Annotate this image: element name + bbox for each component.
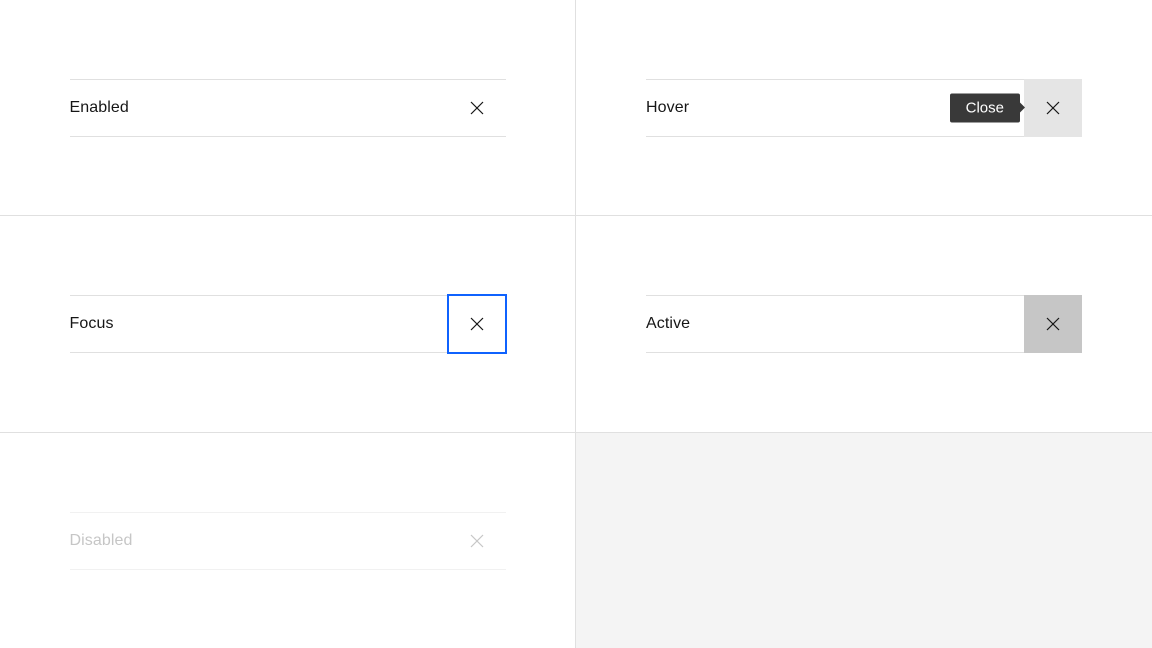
field-hover: Hover Close: [646, 79, 1082, 137]
cell-hover: Hover Close: [576, 0, 1152, 216]
cell-active: Active: [576, 216, 1152, 433]
label-focus: Focus: [70, 315, 114, 333]
field-active: Active: [646, 295, 1082, 353]
close-button-focus[interactable]: [448, 295, 506, 353]
close-icon: [470, 534, 484, 548]
close-button-enabled[interactable]: [448, 79, 506, 137]
cell-focus: Focus: [0, 216, 576, 433]
states-grid: Enabled Hover Close Focus: [0, 0, 1152, 648]
close-icon: [1046, 101, 1060, 115]
label-enabled: Enabled: [70, 99, 129, 117]
close-icon: [470, 317, 484, 331]
cell-disabled: Disabled: [0, 433, 576, 648]
cell-empty: [576, 433, 1152, 648]
close-button-hover[interactable]: Close: [1024, 79, 1082, 137]
field-disabled: Disabled: [70, 512, 506, 570]
tooltip-close: Close: [950, 93, 1020, 122]
tooltip-text: Close: [966, 99, 1004, 116]
label-active: Active: [646, 315, 690, 333]
cell-enabled: Enabled: [0, 0, 576, 216]
field-focus: Focus: [70, 295, 506, 353]
close-icon: [1046, 317, 1060, 331]
label-hover: Hover: [646, 99, 689, 117]
close-icon: [470, 101, 484, 115]
field-enabled: Enabled: [70, 79, 506, 137]
close-button-active[interactable]: [1024, 295, 1082, 353]
close-button-disabled: [448, 512, 506, 570]
label-disabled: Disabled: [70, 532, 133, 550]
